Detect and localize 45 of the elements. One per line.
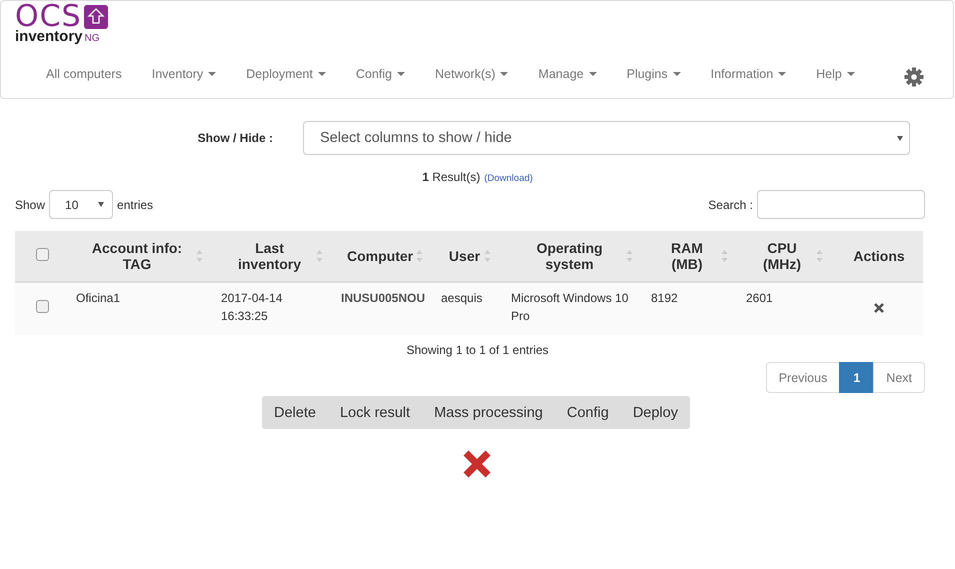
nav-menu-item[interactable]: Deployment	[231, 67, 341, 81]
nav-menu-item[interactable]: Plugins	[612, 67, 696, 81]
delete-icon[interactable]	[874, 303, 884, 313]
search-label: Search :	[708, 198, 753, 212]
pagination-button[interactable]: Previous	[766, 362, 840, 393]
column-header[interactable]: User	[448, 248, 480, 264]
search-field[interactable]	[757, 190, 925, 219]
settings-icon[interactable]	[904, 67, 924, 87]
table-info: Showing 1 to 1 of 1 entries	[406, 343, 549, 357]
nav-menu-item[interactable]: Help	[801, 67, 870, 81]
pagination-button[interactable]: 1	[839, 362, 874, 393]
columns-select[interactable]: Select columns to show / hide	[303, 121, 910, 155]
show-hide-label: Show / Hide :	[196, 131, 274, 145]
action-button[interactable]: Deploy	[630, 400, 680, 424]
results-count: 1 Result(s)	[422, 170, 480, 184]
logo-text: inventory	[15, 30, 83, 44]
nav-menu-item[interactable]: All computers	[31, 67, 137, 81]
nav-menu-item[interactable]: Information	[696, 67, 802, 81]
close-icon[interactable]	[462, 449, 492, 479]
table-cell: INUSU005NOU	[341, 291, 426, 305]
action-button[interactable]: Lock result	[338, 400, 412, 424]
download-link[interactable]: (Download)	[484, 173, 533, 184]
select-all-checkbox[interactable]	[36, 248, 49, 261]
row-checkbox[interactable]	[36, 300, 49, 313]
nav-menu-item[interactable]: Inventory	[136, 67, 232, 81]
table-cell: Microsoft Windows 10 Pro	[511, 291, 628, 323]
nav-menu-item[interactable]: Network(s)	[420, 67, 524, 81]
table-cell: 2017-04-14 16:33:25	[221, 291, 282, 323]
table-cell: 2601	[746, 291, 773, 305]
entries-label: entries	[117, 198, 154, 212]
entries-select[interactable]: 10	[49, 190, 114, 219]
table-cell: 8192	[651, 291, 678, 305]
logo-suffix: NG	[84, 34, 100, 44]
nav-menu-item[interactable]: Config	[340, 67, 420, 81]
logo-text: OCS	[15, 4, 82, 30]
action-button[interactable]: Mass processing	[432, 400, 545, 424]
pagination-button[interactable]: Next	[873, 362, 925, 393]
logo-upload-icon	[84, 5, 108, 29]
table-cell: aesquis	[441, 291, 482, 305]
action-button[interactable]: Config	[564, 400, 611, 424]
show-label: Show	[15, 198, 46, 212]
column-header[interactable]: Actions	[853, 248, 905, 264]
nav-menu-item[interactable]: Manage	[523, 67, 612, 81]
table-cell: Oficina1	[76, 291, 120, 305]
action-button[interactable]: Delete	[272, 400, 318, 424]
